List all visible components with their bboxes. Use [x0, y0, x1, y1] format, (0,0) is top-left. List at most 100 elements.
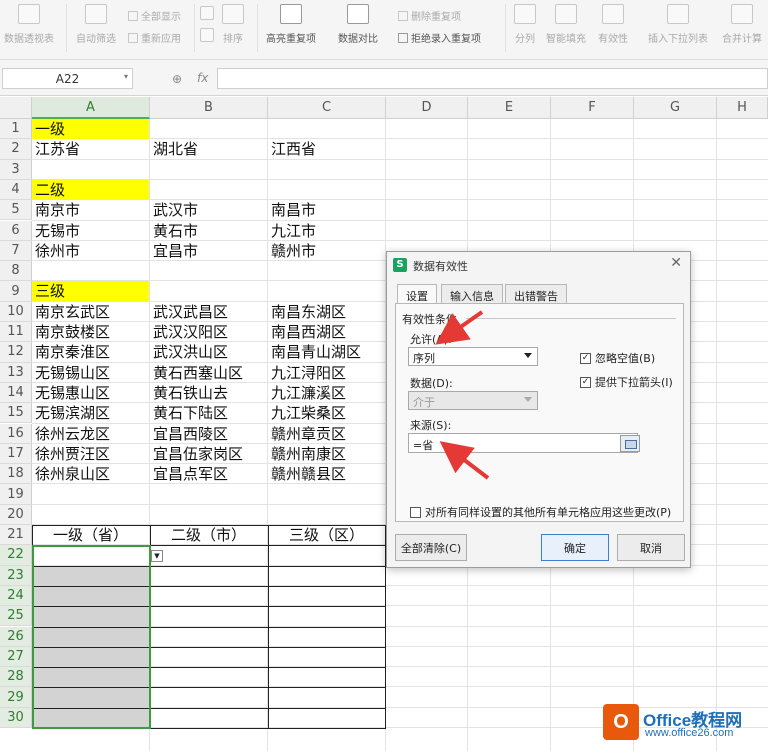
row-header-11[interactable]: 11 [0, 322, 32, 343]
split-column-button[interactable]: 分列 [514, 4, 536, 45]
row-header-30[interactable]: 30 [0, 707, 32, 728]
cell-c13[interactable]: 九江浔阳区 [268, 363, 385, 383]
validity-button[interactable]: 有效性 [598, 4, 628, 45]
row-header-8[interactable]: 8 [0, 261, 32, 282]
row-header-6[interactable]: 6 [0, 220, 32, 241]
column-header-g[interactable]: G [634, 97, 717, 119]
row-header-22[interactable]: 22 [0, 545, 32, 566]
cell-b16[interactable]: 宜昌西陵区 [150, 424, 267, 444]
cell-a15[interactable]: 无锡滨湖区 [32, 403, 149, 423]
cell-c12[interactable]: 南昌青山湖区 [268, 342, 385, 362]
row-header-1[interactable]: 1 [0, 119, 32, 140]
cell-a9[interactable]: 三级 [32, 281, 149, 302]
cell-c14[interactable]: 九江濂溪区 [268, 383, 385, 403]
cancel-button[interactable]: 取消 [617, 534, 685, 561]
row-header-7[interactable]: 7 [0, 240, 32, 262]
allow-select[interactable]: 序列 [408, 347, 538, 366]
column-header-e[interactable]: E [468, 97, 551, 119]
row-header-21[interactable]: 21 [0, 525, 32, 546]
cell-b7[interactable]: 宜昌市 [150, 241, 267, 261]
name-box[interactable]: A22 ▾ [2, 68, 133, 89]
show-dropdown-arrow-checkbox[interactable]: ✓ 提供下拉箭头(I) [580, 374, 673, 390]
cell-b18[interactable]: 宜昌点军区 [150, 464, 267, 484]
cell-a7[interactable]: 徐州市 [32, 241, 149, 261]
row-header-9[interactable]: 9 [0, 281, 32, 302]
cell-b14[interactable]: 黄石铁山去 [150, 383, 267, 403]
cell-b12[interactable]: 武汉洪山区 [150, 342, 267, 362]
cell-a12[interactable]: 南京秦淮区 [32, 342, 149, 362]
column-header-f[interactable]: F [551, 97, 634, 119]
row-header-10[interactable]: 10 [0, 301, 32, 322]
select-all-corner[interactable] [0, 97, 32, 119]
cell-a17[interactable]: 徐州贾汪区 [32, 444, 149, 464]
row-header-14[interactable]: 14 [0, 382, 32, 404]
cell-b15[interactable]: 黄石下陆区 [150, 403, 267, 423]
tab-settings[interactable]: 设置 [397, 284, 437, 305]
cell-c7[interactable]: 赣州市 [268, 241, 385, 261]
cell-b13[interactable]: 黄石西塞山区 [150, 363, 267, 383]
cell-a10[interactable]: 南京玄武区 [32, 302, 149, 322]
sort-ascending-icon[interactable] [200, 6, 214, 20]
column-header-d[interactable]: D [386, 97, 468, 119]
row-header-24[interactable]: 24 [0, 585, 32, 607]
row-header-17[interactable]: 17 [0, 443, 32, 465]
row-header-28[interactable]: 28 [0, 667, 32, 688]
row-header-16[interactable]: 16 [0, 423, 32, 444]
autofilter-button[interactable]: 自动筛选 [76, 4, 116, 45]
row-header-13[interactable]: 13 [0, 362, 32, 383]
smart-fill-button[interactable]: 智能填充 [546, 4, 586, 45]
row-header-4[interactable]: 4 [0, 179, 32, 201]
chevron-down-icon[interactable]: ▾ [124, 72, 128, 81]
dialog-title-bar[interactable]: S 数据有效性 ✕ [387, 252, 690, 278]
cell-dropdown-icon[interactable]: ▼ [151, 550, 163, 563]
row-header-2[interactable]: 2 [0, 139, 32, 160]
ignore-blank-checkbox[interactable]: ✓ 忽略空值(B) [580, 350, 655, 366]
column-header-b[interactable]: B [150, 97, 268, 119]
cell-b10[interactable]: 武汉武昌区 [150, 302, 267, 322]
tab-error-alert[interactable]: 出错警告 [505, 284, 567, 304]
row-header-20[interactable]: 20 [0, 504, 32, 525]
fx-icon[interactable]: fx [197, 71, 208, 85]
row-header-5[interactable]: 5 [0, 200, 32, 221]
reject-duplicates-button[interactable]: 拒绝录入重复项 [398, 30, 481, 45]
reapply-button[interactable]: 重新应用 [128, 30, 181, 45]
delete-duplicates-button[interactable]: 删除重复项 [398, 8, 461, 23]
zoom-icon[interactable]: ⊕ [172, 72, 182, 86]
column-header-c[interactable]: C [268, 97, 386, 119]
cell-a11[interactable]: 南京鼓楼区 [32, 322, 149, 342]
row-header-3[interactable]: 3 [0, 159, 32, 180]
row-header-25[interactable]: 25 [0, 606, 32, 627]
cell-b21[interactable]: 二级（市） [150, 525, 267, 545]
row-header-23[interactable]: 23 [0, 565, 32, 586]
show-all-button[interactable]: 全部显示 [128, 8, 181, 23]
cell-a4[interactable]: 二级 [32, 179, 149, 200]
row-header-29[interactable]: 29 [0, 687, 32, 708]
cell-a13[interactable]: 无锡锡山区 [32, 363, 149, 383]
row-header-26[interactable]: 26 [0, 626, 32, 647]
data-compare-button[interactable]: 数据对比 [338, 4, 378, 45]
row-header-12[interactable]: 12 [0, 342, 32, 363]
cell-a6[interactable]: 无锡市 [32, 221, 149, 241]
cell-a18[interactable]: 徐州泉山区 [32, 464, 149, 484]
cell-b17[interactable]: 宜昌伍家岗区 [150, 444, 267, 464]
cell-c17[interactable]: 赣州南康区 [268, 444, 385, 464]
cell-c5[interactable]: 南昌市 [268, 200, 385, 220]
cell-a16[interactable]: 徐州云龙区 [32, 424, 149, 444]
formula-input[interactable] [217, 68, 768, 89]
cell-a14[interactable]: 无锡惠山区 [32, 383, 149, 403]
row-header-19[interactable]: 19 [0, 484, 32, 505]
close-icon[interactable]: ✕ [670, 255, 682, 271]
cell-b6[interactable]: 黄石市 [150, 221, 267, 241]
sort-button[interactable]: 排序 [222, 4, 244, 45]
cell-a2[interactable]: 江苏省 [32, 139, 149, 159]
cell-b5[interactable]: 武汉市 [150, 200, 267, 220]
highlight-duplicates-button[interactable]: 高亮重复项 [266, 4, 316, 45]
data-operator-select[interactable]: 介于 [408, 391, 538, 410]
cell-c10[interactable]: 南昌东湖区 [268, 302, 385, 322]
cell-b11[interactable]: 武汉汉阳区 [150, 322, 267, 342]
row-header-27[interactable]: 27 [0, 646, 32, 668]
ok-button[interactable]: 确定 [541, 534, 609, 561]
cell-a1[interactable]: 一级 [32, 119, 149, 139]
pivot-table-button[interactable]: 数据透视表 [4, 4, 54, 45]
cell-c16[interactable]: 赣州章贡区 [268, 424, 385, 444]
